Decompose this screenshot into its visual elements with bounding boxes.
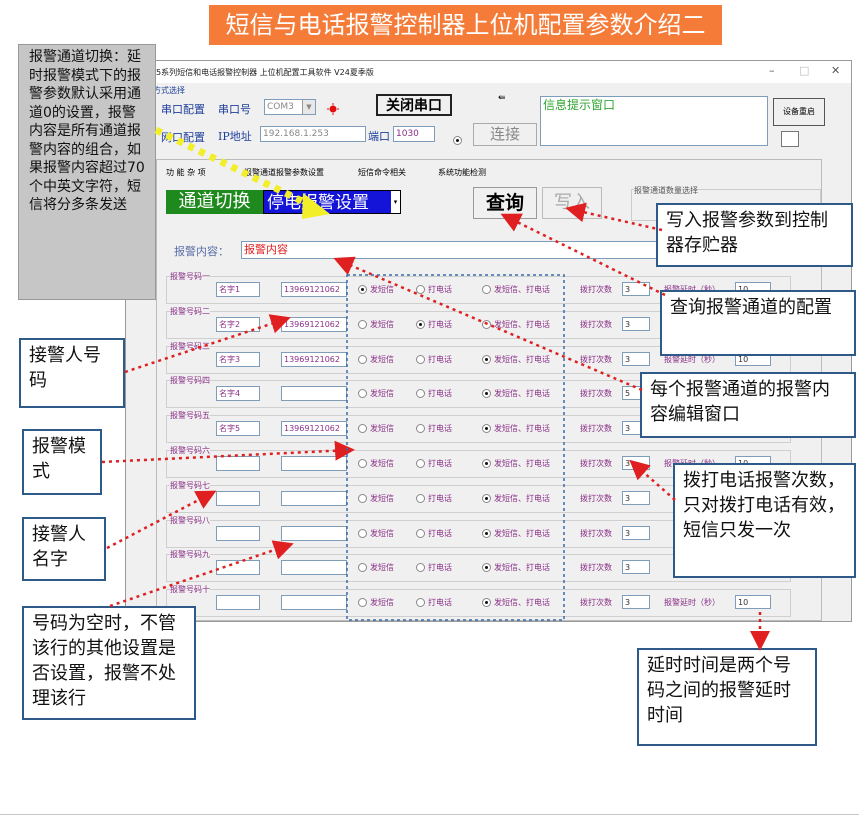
arrow-alarm-mode [101,440,355,464]
arrow-write [565,202,663,232]
mode-highlight-box [346,274,565,621]
yellow-highlight-arrow [154,126,330,219]
arrow-dial-count [629,459,676,501]
arrow-empty-number [109,540,294,608]
arrow-content-window [333,256,643,392]
arrow-receiver-number [124,314,291,374]
annotation-overlay [101,126,770,651]
bottom-divider [0,814,859,815]
arrow-receiver-name [106,490,217,550]
arrow-query [500,213,666,297]
